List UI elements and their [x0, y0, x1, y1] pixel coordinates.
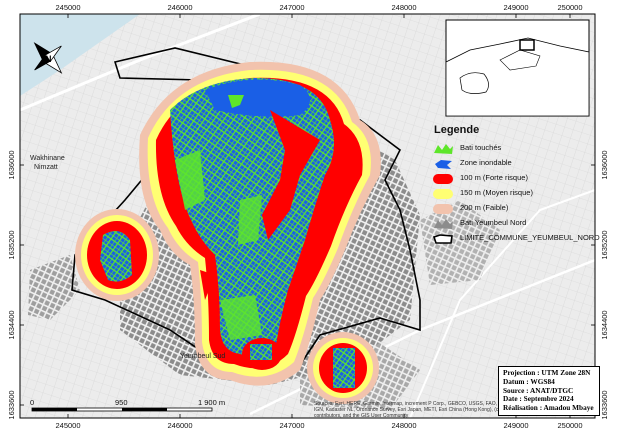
x-tick-bottom-label: 247000 [279, 421, 304, 430]
y-tick-right-label: 1633600 [600, 390, 609, 419]
x-tick-bottom-label: 245000 [55, 421, 80, 430]
legend-label: 200 m (Faible) [460, 203, 509, 212]
x-tick-bottom-label: 250000 [557, 421, 582, 430]
southeast-flood-cluster [307, 332, 379, 404]
x-tick-top-label: 246000 [167, 3, 192, 12]
legend-label: Bati touchés [460, 143, 502, 152]
legend-item-zone-inondable: Zone inondable [432, 155, 610, 170]
west-flood-cluster [75, 209, 159, 301]
x-tick-top-label: 245000 [55, 3, 80, 12]
legend: Legende Bati touchés Zone inondable 100 m … [430, 124, 610, 245]
scale-bar: 0 950 1 900 m [28, 396, 238, 421]
buffer-100-icon [432, 172, 454, 184]
svg-text:1 900 m: 1 900 m [198, 398, 225, 407]
limite-icon [432, 232, 454, 244]
x-tick-top-label: 247000 [279, 3, 304, 12]
bati-touches-icon [432, 142, 454, 154]
x-tick-top-label: 249000 [503, 3, 528, 12]
x-tick-bottom-label: 246000 [167, 421, 192, 430]
inset-map [445, 19, 590, 117]
south-flood-cluster [242, 338, 282, 370]
info-realisation: Réalisation : Amadou Mbaye [503, 403, 594, 413]
x-tick-bottom-label: 248000 [391, 421, 416, 430]
legend-item-bati-touches: Bati touchés [432, 140, 610, 155]
legend-item-limite: LIMITE_COMMUNE_YEUMBEUL_NORD [432, 230, 610, 245]
svg-text:950: 950 [115, 398, 128, 407]
y-tick-right-label: 1634400 [600, 310, 609, 339]
x-tick-bottom-label: 249000 [503, 421, 528, 430]
buffer-200-icon [432, 202, 454, 214]
legend-label: 100 m (Forte risque) [460, 173, 528, 182]
svg-text:N: N [45, 54, 52, 64]
map-info-box: Projection : UTM Zone 28N Datum : WGS84 … [498, 366, 600, 416]
legend-label: 150 m (Moyen risque) [460, 188, 533, 197]
legend-label: LIMITE_COMMUNE_YEUMBEUL_NORD [460, 233, 600, 242]
bati-yeumbeul-icon [432, 217, 454, 229]
inset-highlight [519, 39, 535, 51]
legend-item-buffer-150: 150 m (Moyen risque) [432, 185, 610, 200]
legend-title: Legende [434, 124, 480, 136]
legend-item-buffer-100: 100 m (Forte risque) [432, 170, 610, 185]
x-tick-top-label: 250000 [557, 3, 582, 12]
y-tick-left-label: 1636000 [7, 150, 16, 179]
y-tick-left-label: 1635200 [7, 230, 16, 259]
y-tick-left-label: 1633600 [7, 390, 16, 419]
legend-label: Zone inondable [460, 158, 512, 167]
legend-item-buffer-200: 200 m (Faible) [432, 200, 610, 215]
y-tick-left-label: 1634400 [7, 310, 16, 339]
buffer-150-icon [432, 187, 454, 199]
x-tick-top-label: 248000 [391, 3, 416, 12]
legend-item-bati-yeumbeul: Bati Yeumbeul Nord [432, 215, 610, 230]
zone-inondable-icon [432, 157, 454, 169]
place-label-yeumbeul-sud: Yeumbeul Sud [180, 353, 225, 360]
svg-text:0: 0 [30, 398, 34, 407]
legend-label: Bati Yeumbeul Nord [460, 218, 527, 227]
